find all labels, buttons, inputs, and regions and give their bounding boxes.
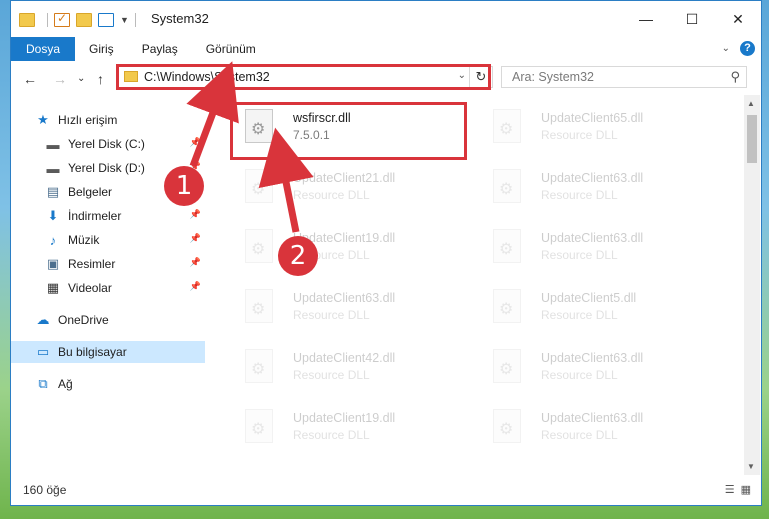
step-1-badge: 1 — [164, 166, 204, 206]
annotation-arrows — [186, 61, 314, 233]
arrow-to-file — [258, 127, 314, 233]
arrow-to-address — [186, 61, 239, 168]
step-2-badge: 2 — [278, 236, 318, 276]
